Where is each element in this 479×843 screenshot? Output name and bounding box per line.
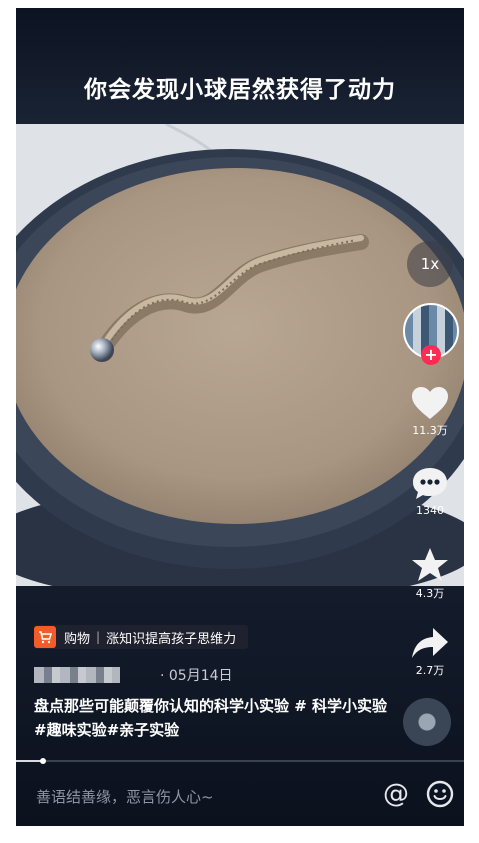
share-icon [412,628,448,658]
share-count: 2.7万 [415,664,445,677]
like-button[interactable]: 11.3万 [400,386,460,438]
shop-label: 购物 [64,631,91,647]
progress-handle[interactable] [40,758,46,764]
video-player[interactable] [16,124,464,586]
favorite-button[interactable]: 4.3万 [400,547,460,601]
video-feed-screen: 你会发现小球居然获得了动力 1x + 11.3万 1340 4.3万 2.7万 … [16,8,464,826]
share-button[interactable]: 2.7万 [400,626,460,678]
shop-separator: | [96,630,101,644]
video-frame-image [16,124,464,586]
video-caption: 你会发现小球居然获得了动力 [84,77,396,103]
comment-count: 1340 [416,504,444,517]
post-date: · 05月14日 [160,668,233,684]
comment-button[interactable]: 1340 [400,466,460,517]
star-icon [412,548,448,581]
emoji-icon[interactable] [426,780,454,808]
comment-bar: @ [16,766,464,826]
follow-button[interactable]: + [421,345,441,365]
playback-speed-button[interactable]: 1x [407,241,453,287]
progress-track[interactable] [16,760,464,762]
post-description[interactable]: 盘点那些可能颠覆你认知的科学小实验 # 科学小实验 #趣味实验#亲子实验 [34,694,394,742]
comment-input[interactable] [34,784,358,810]
music-disc[interactable] [403,698,451,746]
favorite-count: 4.3万 [415,587,445,600]
shop-name: 涨知识提高孩子思维力 [106,631,237,647]
top-caption-band [16,8,464,124]
comment-icon [413,468,447,499]
shopping-link[interactable]: 购物 | 涨知识提高孩子思维力 [34,625,249,649]
cart-icon [34,626,56,648]
author-row: · 05月14日 [34,665,233,685]
like-count: 11.3万 [412,424,448,437]
heart-icon [412,387,448,419]
progress-fill [16,760,43,762]
author-name-blurred[interactable] [34,667,120,683]
at-icon[interactable]: @ [380,778,412,810]
